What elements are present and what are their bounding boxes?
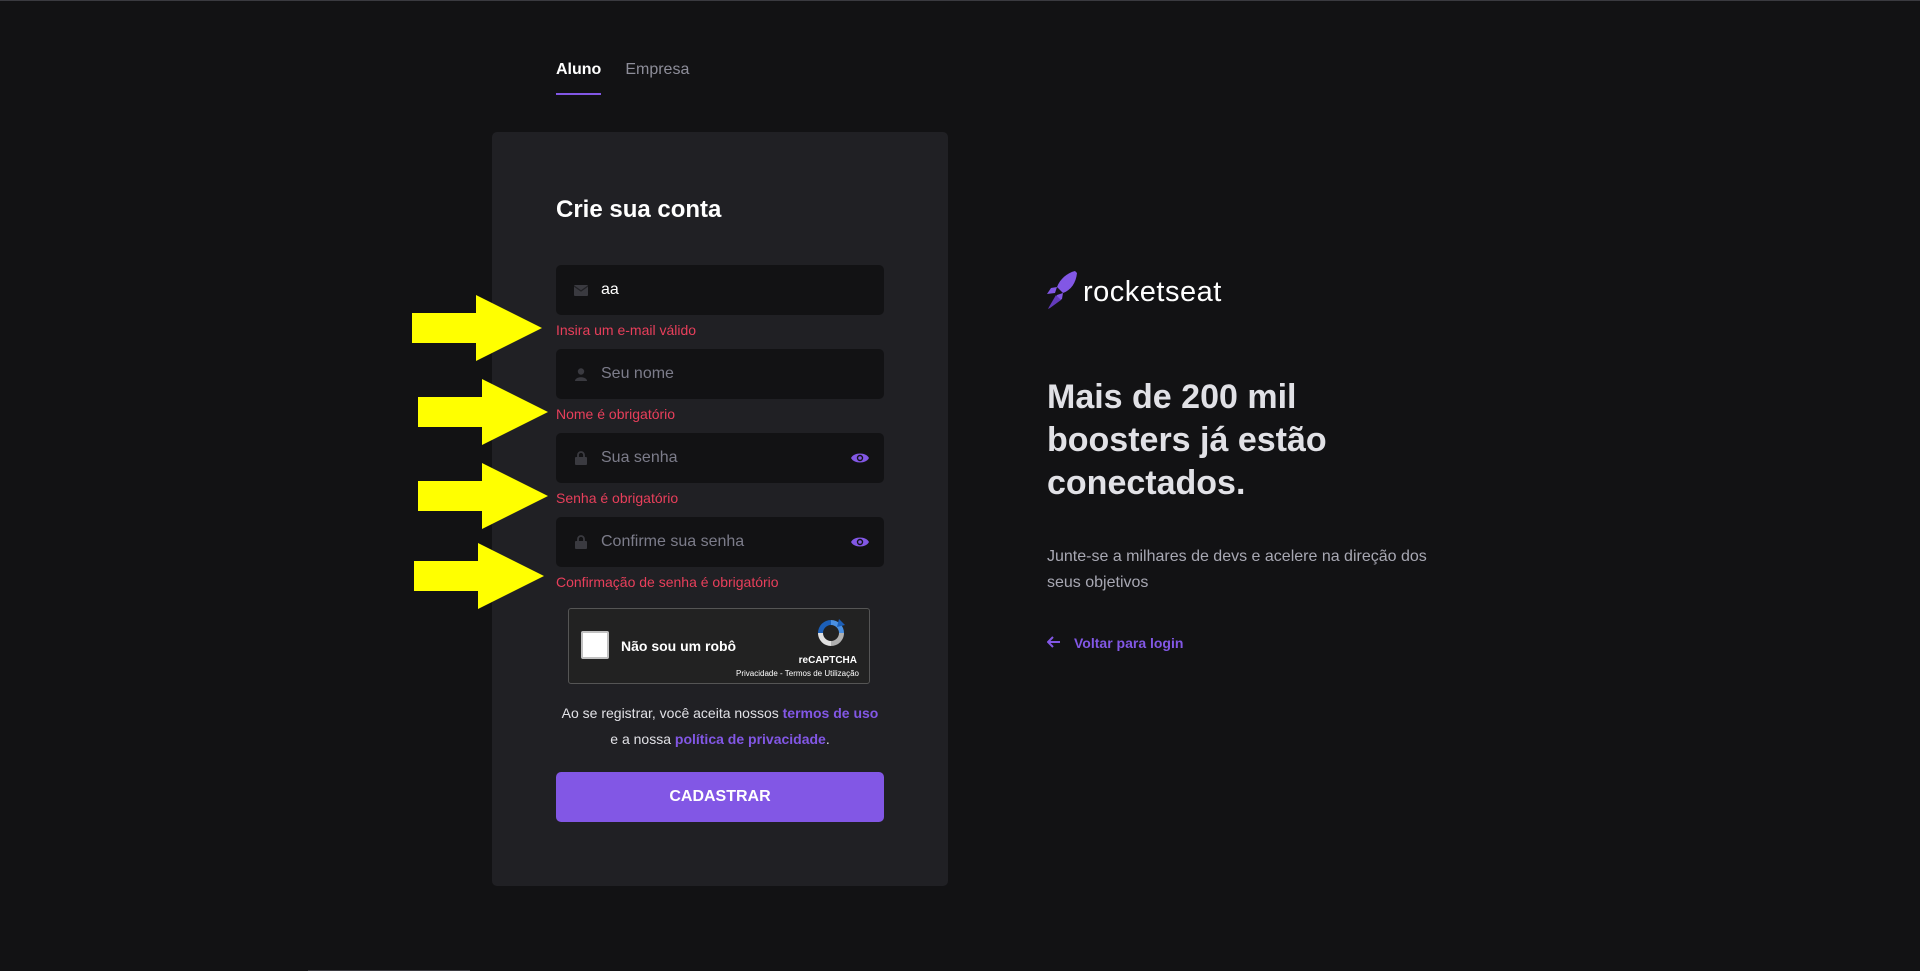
email-input[interactable] [601,281,884,299]
form-title: Crie sua conta [556,196,722,223]
envelope-icon [573,282,589,298]
terms-prefix: Ao se registrar, você aceita nossos [561,705,783,721]
rocket-icon [1047,271,1077,314]
confirm-password-field[interactable] [556,517,884,567]
terms-link[interactable]: termos de uso [783,705,879,721]
recaptcha-checkbox[interactable] [581,631,609,659]
arrow-left-icon [1046,635,1060,651]
annotation-arrow-icon [414,543,544,609]
back-to-login-label: Voltar para login [1074,635,1184,651]
recaptcha-brand: reCAPTCHA [798,655,857,666]
lock-icon [573,450,589,466]
tab-empresa[interactable]: Empresa [625,61,689,95]
tab-aluno[interactable]: Aluno [556,61,602,95]
name-input[interactable] [601,365,884,383]
lock-icon [573,534,589,550]
user-icon [573,366,589,382]
confirm-password-input[interactable] [601,533,850,551]
recaptcha-widget: Não sou um robô reCAPTCHA Privacidade - … [568,608,870,684]
account-type-tabs: Aluno Empresa [556,61,689,95]
password-error: Senha é obrigatório [556,490,679,506]
confirm-password-error: Confirmação de senha é obrigatório [556,574,779,590]
email-field[interactable] [556,265,884,315]
back-to-login-link[interactable]: Voltar para login [1046,635,1184,651]
email-error: Insira um e-mail válido [556,322,697,338]
terms-suffix: . [825,731,830,747]
terms-text: Ao se registrar, você aceita nossos term… [556,700,884,752]
headline: Mais de 200 mil boosters já estão conect… [1047,378,1327,502]
name-error: Nome é obrigatório [556,406,676,422]
recaptcha-label: Não sou um robô [621,638,737,654]
password-field[interactable] [556,433,884,483]
terms-middle: e a nossa [610,731,675,747]
annotation-arrow-icon [418,463,548,529]
annotation-arrow-icon [418,379,548,445]
submit-button[interactable]: CADASTRAR [556,772,884,822]
eye-icon[interactable] [850,532,870,552]
recaptcha-links[interactable]: Privacidade - Termos de Utilização [736,669,859,678]
brand-name: rocketseat [1083,276,1222,308]
privacy-link[interactable]: política de privacidade [675,731,826,747]
subtext: Junte-se a milhares de devs e acelere na… [1047,548,1427,591]
signup-card: Crie sua conta Insira um e-mail válido N… [492,132,948,886]
annotation-arrow-icon [412,295,542,361]
password-input[interactable] [601,449,850,467]
recaptcha-icon [815,617,847,649]
name-field[interactable] [556,349,884,399]
eye-icon[interactable] [850,448,870,468]
brand-logo: rocketseat [1047,271,1222,314]
